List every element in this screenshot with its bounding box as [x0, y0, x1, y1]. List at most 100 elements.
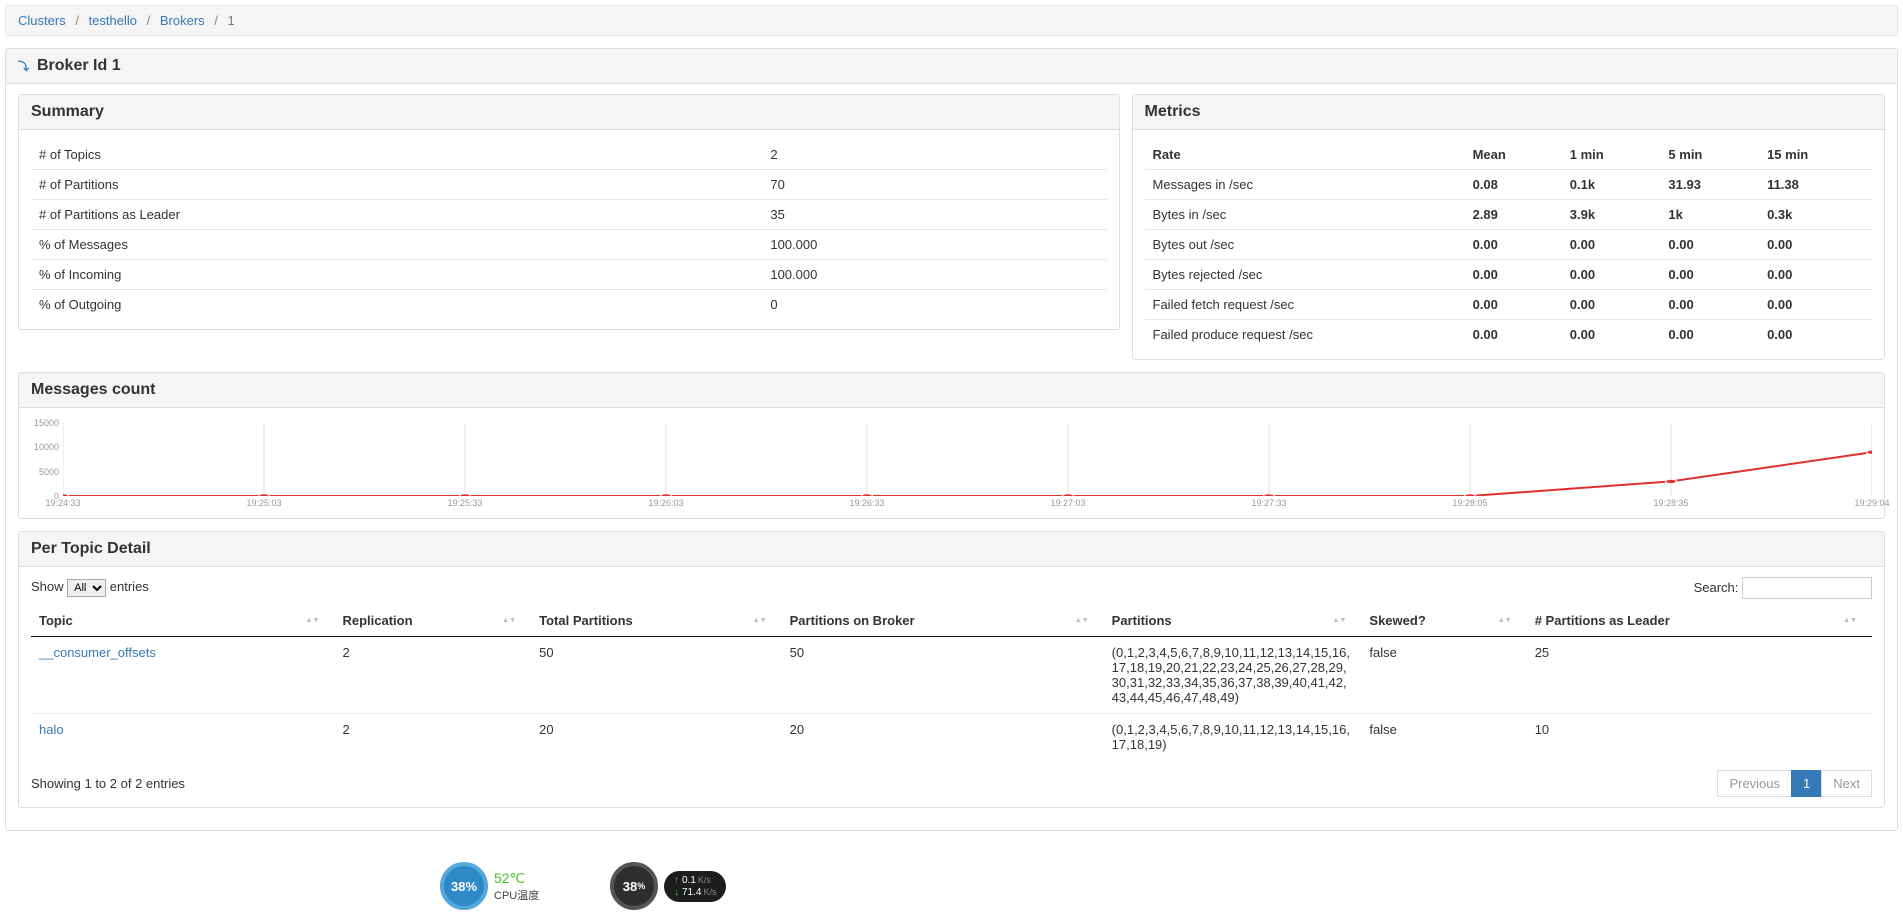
metrics-cell: 0.08 — [1465, 170, 1562, 200]
sort-icon: ▲▼ — [1075, 618, 1089, 624]
breadcrumb-cluster-name[interactable]: testhello — [89, 13, 137, 28]
chart-xtick: 19:28:35 — [1653, 498, 1688, 508]
cpu-gauge: 38% — [440, 862, 488, 910]
summary-row: % of Messages100.000 — [31, 230, 1107, 260]
dt-show-label: Show — [31, 579, 64, 594]
topic-row: halo22020(0,1,2,3,4,5,6,7,8,9,10,11,12,1… — [31, 714, 1872, 761]
summary-label: # of Topics — [31, 140, 762, 170]
topic-detail-heading: Per Topic Detail — [19, 532, 1884, 567]
metrics-cell: 0.00 — [1465, 230, 1562, 260]
topic-column-header[interactable]: Topic▲▼ — [31, 605, 334, 637]
topic-skewed: false — [1361, 714, 1526, 761]
summary-label: % of Incoming — [31, 260, 762, 290]
dt-search-label: Search: — [1694, 580, 1739, 595]
summary-label: % of Outgoing — [31, 290, 762, 320]
topic-column-header[interactable]: Total Partitions▲▼ — [531, 605, 782, 637]
summary-label: # of Partitions as Leader — [31, 200, 762, 230]
metrics-cell: 0.00 — [1660, 230, 1759, 260]
chart-xtick: 19:27:33 — [1251, 498, 1286, 508]
metrics-table: RateMean1 min5 min15 minMessages in /sec… — [1145, 140, 1872, 349]
sort-icon: ▲▼ — [502, 618, 516, 624]
breadcrumb-current: 1 — [228, 13, 235, 28]
dt-length-select[interactable]: All — [67, 579, 106, 597]
topic-row: __consumer_offsets25050(0,1,2,3,4,5,6,7,… — [31, 637, 1872, 714]
breadcrumb-brokers[interactable]: Brokers — [160, 13, 205, 28]
metrics-cell: 0.00 — [1759, 290, 1872, 320]
metrics-cell: 0.3k — [1759, 200, 1872, 230]
chart-xtick: 19:26:33 — [849, 498, 884, 508]
topic-leader-count: 25 — [1527, 637, 1872, 714]
topic-partitions-on-broker: 20 — [782, 714, 1104, 761]
messages-chart-panel: Messages count 05000100001500019:24:3319… — [18, 372, 1885, 519]
page-title-heading: ⤵ Broker Id 1 — [6, 49, 1897, 84]
metrics-rate-label: Bytes in /sec — [1145, 200, 1465, 230]
chart-ytick: 15000 — [31, 418, 59, 428]
pager-page-1[interactable]: 1 — [1791, 770, 1822, 797]
topic-name-cell: halo — [31, 714, 334, 761]
topic-link[interactable]: __consumer_offsets — [39, 645, 156, 660]
breadcrumb-sep: / — [69, 13, 85, 28]
chart-ytick: 10000 — [31, 442, 59, 452]
metrics-rate-label: Failed produce request /sec — [1145, 320, 1465, 350]
broker-panel: ⤵ Broker Id 1 Summary # of Topics2# of P… — [5, 48, 1898, 831]
sort-icon: ▲▼ — [1498, 618, 1512, 624]
topic-partitions-list: (0,1,2,3,4,5,6,7,8,9,10,11,12,13,14,15,1… — [1104, 637, 1362, 714]
dt-search-input[interactable] — [1742, 577, 1872, 599]
topic-column-header[interactable]: # Partitions as Leader▲▼ — [1527, 605, 1872, 637]
topic-partitions-on-broker: 50 — [782, 637, 1104, 714]
metrics-rate-label: Failed fetch request /sec — [1145, 290, 1465, 320]
dt-pager: Previous 1 Next — [1718, 770, 1872, 797]
topic-column-header[interactable]: Partitions on Broker▲▼ — [782, 605, 1104, 637]
sort-icon: ▲▼ — [753, 618, 767, 624]
metrics-cell: 0.00 — [1562, 290, 1661, 320]
metrics-row: Failed produce request /sec0.000.000.000… — [1145, 320, 1872, 350]
chart-xtick: 19:25:03 — [246, 498, 281, 508]
chart-xtick: 19:29:04 — [1854, 498, 1889, 508]
metrics-rate-label: Bytes out /sec — [1145, 230, 1465, 260]
sort-icon: ▲▼ — [306, 618, 320, 624]
breadcrumb-clusters[interactable]: Clusters — [18, 13, 66, 28]
dt-length: Show All entries — [31, 579, 149, 597]
topic-name-cell: __consumer_offsets — [31, 637, 334, 714]
refresh-icon[interactable]: ⤵ — [18, 58, 29, 74]
metrics-row: Bytes out /sec0.000.000.000.00 — [1145, 230, 1872, 260]
topic-replication: 2 — [334, 637, 531, 714]
metrics-cell: 3.9k — [1562, 200, 1661, 230]
chart-xtick: 19:25:33 — [447, 498, 482, 508]
summary-row: # of Topics2 — [31, 140, 1107, 170]
metrics-header: Mean — [1465, 140, 1562, 170]
metrics-row: Bytes in /sec2.893.9k1k0.3k — [1145, 200, 1872, 230]
topic-column-header[interactable]: Replication▲▼ — [334, 605, 531, 637]
messages-chart: 05000100001500019:24:3319:25:0319:25:331… — [31, 423, 1872, 508]
breadcrumb-sep: / — [141, 13, 157, 28]
chart-xtick: 19:26:03 — [648, 498, 683, 508]
topic-detail-panel: Per Topic Detail Show All entries Search… — [18, 531, 1885, 808]
summary-table: # of Topics2# of Partitions70# of Partit… — [31, 140, 1107, 319]
pager-previous[interactable]: Previous — [1717, 770, 1792, 797]
topic-replication: 2 — [334, 714, 531, 761]
chart-xtick: 19:24:33 — [45, 498, 80, 508]
topic-link[interactable]: halo — [39, 722, 64, 737]
summary-label: % of Messages — [31, 230, 762, 260]
metrics-cell: 0.1k — [1562, 170, 1661, 200]
net-widget: 38% 0.1K/s 71.4K/s — [610, 862, 726, 910]
metrics-row: Failed fetch request /sec0.000.000.000.0… — [1145, 290, 1872, 320]
breadcrumb-sep: / — [208, 13, 224, 28]
pager-next[interactable]: Next — [1821, 770, 1872, 797]
metrics-cell: 2.89 — [1465, 200, 1562, 230]
metrics-cell: 0.00 — [1759, 260, 1872, 290]
metrics-cell: 0.00 — [1759, 320, 1872, 350]
topic-skewed: false — [1361, 637, 1526, 714]
summary-row: # of Partitions as Leader35 — [31, 200, 1107, 230]
sort-icon: ▲▼ — [1843, 618, 1857, 624]
metrics-cell: 0.00 — [1660, 320, 1759, 350]
chart-xtick: 19:28:05 — [1452, 498, 1487, 508]
messages-chart-heading: Messages count — [19, 373, 1884, 408]
metrics-header: 5 min — [1660, 140, 1759, 170]
topic-column-header[interactable]: Skewed?▲▼ — [1361, 605, 1526, 637]
topic-column-header[interactable]: Partitions▲▼ — [1104, 605, 1362, 637]
topic-leader-count: 10 — [1527, 714, 1872, 761]
chart-ytick: 5000 — [31, 467, 59, 477]
summary-value: 35 — [762, 200, 1106, 230]
metrics-cell: 11.38 — [1759, 170, 1872, 200]
